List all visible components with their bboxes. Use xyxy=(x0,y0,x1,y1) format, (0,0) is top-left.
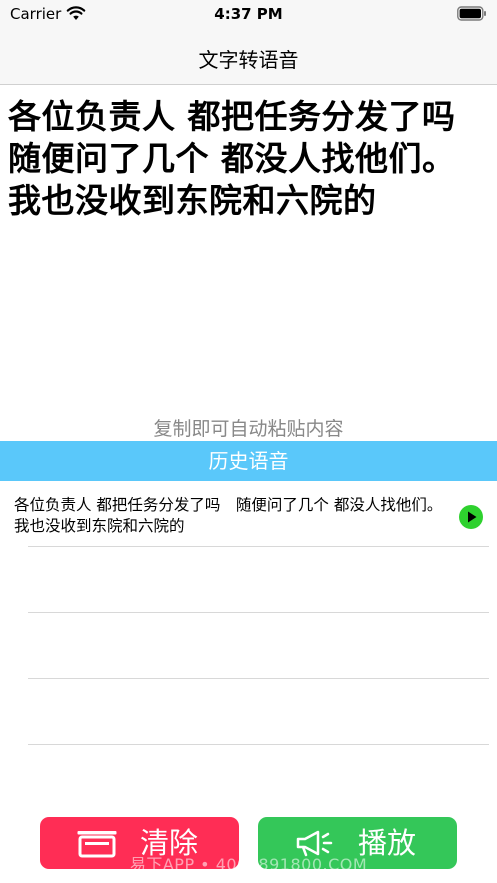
history-list: 各位负责人 都把任务分发了吗 随便问了几个 都没人找他们。 我也没收到东院和六院… xyxy=(0,481,497,745)
history-row[interactable] xyxy=(0,679,497,745)
text-input-area[interactable]: 各位负责人 都把任务分发了吗 随便问了几个 都没人找他们。 我也没收到东院和六院… xyxy=(8,96,492,222)
row-divider xyxy=(28,744,489,745)
battery-icon xyxy=(457,6,486,21)
status-time: 4:37 PM xyxy=(214,5,283,23)
history-item-text: 各位负责人 都把任务分发了吗 随便问了几个 都没人找他们。 我也没收到东院和六院… xyxy=(14,496,443,535)
navigation-bar: 文字转语音 xyxy=(0,30,497,85)
history-row[interactable] xyxy=(0,613,497,679)
history-row[interactable] xyxy=(0,547,497,613)
paste-hint-label: 复制即可自动粘贴内容 xyxy=(153,418,344,440)
status-bar: Carrier 4:37 PM xyxy=(0,0,497,30)
watermark: 易下APP • 4000891800.COM xyxy=(129,855,368,874)
play-circle-icon[interactable] xyxy=(458,504,484,530)
history-section-header: 历史语音 xyxy=(0,441,497,481)
page-title: 文字转语音 xyxy=(198,48,299,72)
history-row[interactable]: 各位负责人 都把任务分发了吗 随便问了几个 都没人找他们。 我也没收到东院和六院… xyxy=(0,481,497,547)
